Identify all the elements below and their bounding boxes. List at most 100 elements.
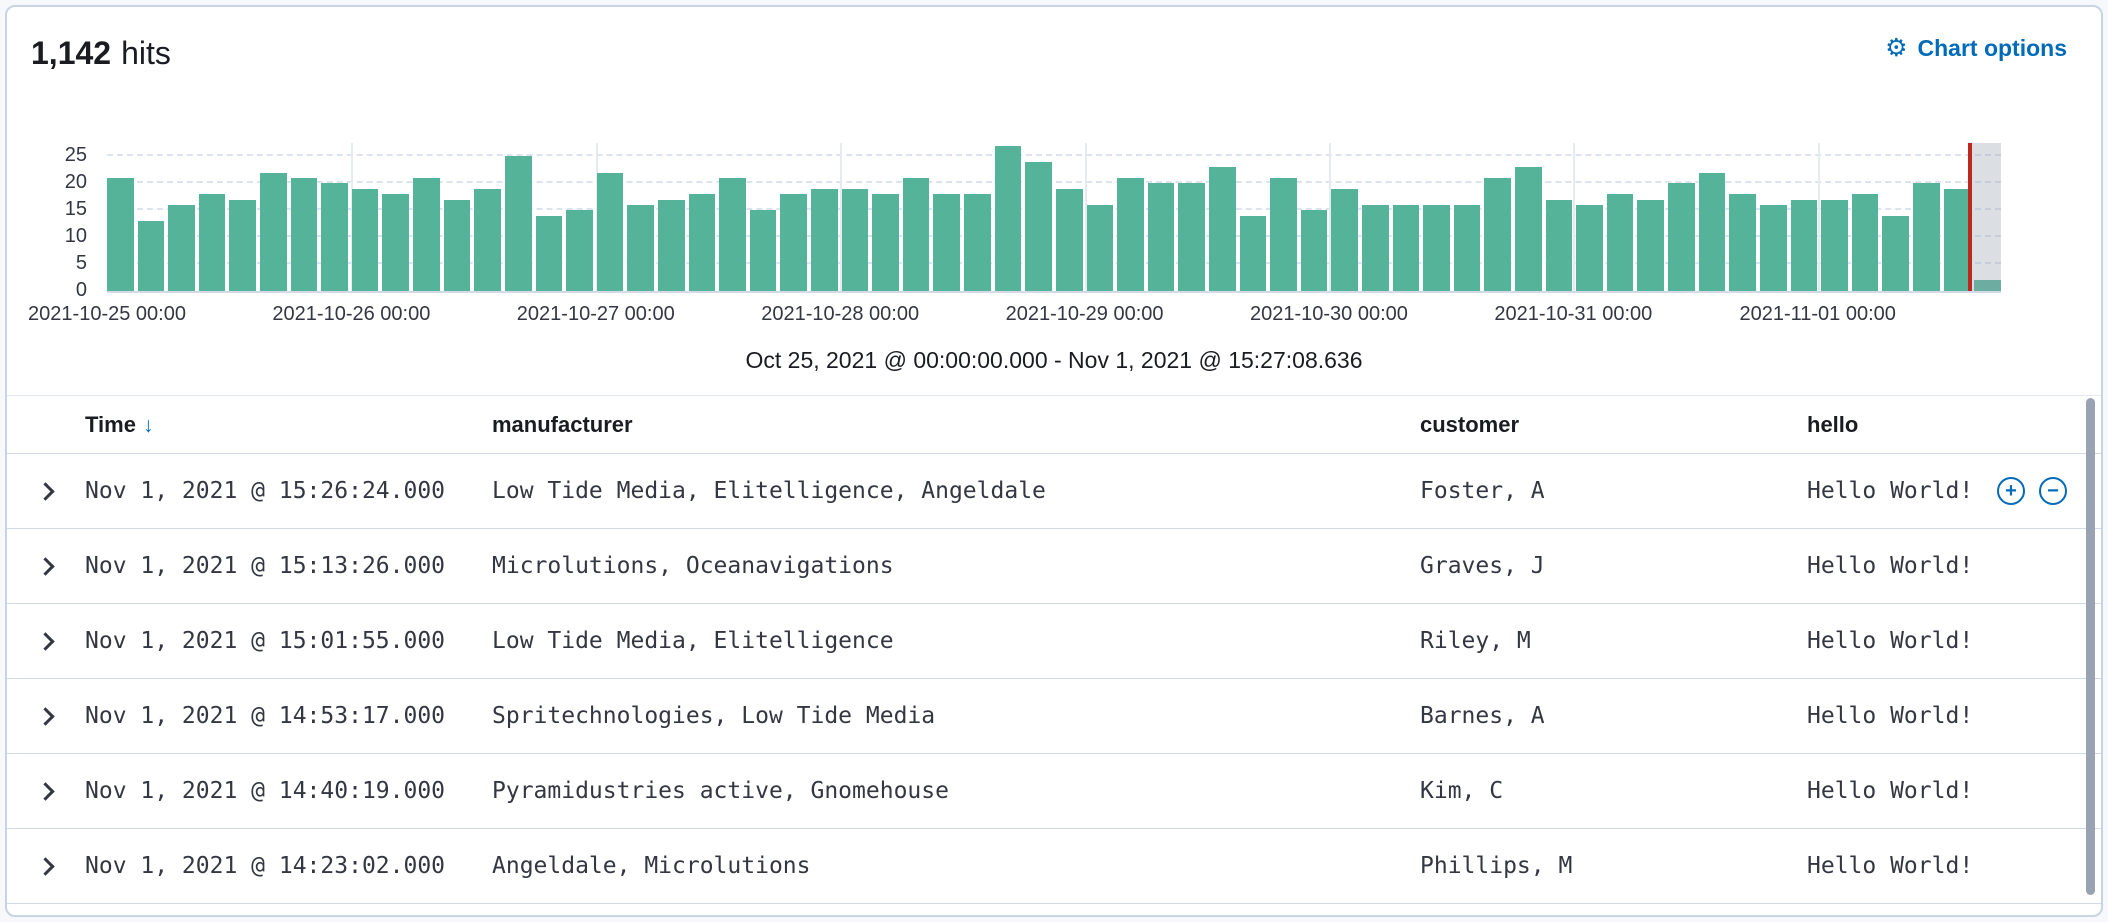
histogram-bar[interactable]: [1148, 183, 1175, 291]
histogram-bar[interactable]: [903, 178, 930, 291]
histogram-bar[interactable]: [1362, 205, 1389, 291]
histogram-bar[interactable]: [872, 194, 899, 291]
cell-hello-value: Hello World!: [1807, 703, 1973, 729]
histogram-bar[interactable]: [1791, 200, 1818, 291]
cell-customer: Barnes, A: [1420, 703, 1807, 729]
histogram-bar[interactable]: [321, 183, 348, 291]
histogram-bar[interactable]: [750, 210, 777, 291]
histogram-bar[interactable]: [1423, 205, 1450, 291]
histogram-bar[interactable]: [1484, 178, 1511, 291]
histogram-bar[interactable]: [1301, 210, 1328, 291]
expand-row-button[interactable]: [31, 625, 63, 657]
histogram-bar[interactable]: [168, 205, 195, 291]
histogram-bar[interactable]: [474, 189, 501, 291]
histogram-bar[interactable]: [1056, 189, 1083, 291]
histogram-bar[interactable]: [1821, 200, 1848, 291]
cell-manufacturer: Low Tide Media, Elitelligence, Angeldale: [492, 478, 1420, 504]
chevron-right-icon: [36, 707, 54, 725]
column-header-time[interactable]: Time↓: [85, 412, 492, 438]
histogram-bar[interactable]: [1393, 205, 1420, 291]
histogram-bar[interactable]: [1729, 194, 1756, 291]
histogram-bar[interactable]: [1637, 200, 1664, 291]
histogram-bar[interactable]: [229, 200, 256, 291]
histogram-bar[interactable]: [627, 205, 654, 291]
histogram-bar[interactable]: [689, 194, 716, 291]
table-scrollbar[interactable]: [2086, 398, 2096, 905]
chevron-right-icon: [36, 482, 54, 500]
histogram-bar[interactable]: [536, 216, 563, 291]
expand-row-button[interactable]: [31, 775, 63, 807]
column-header-manufacturer[interactable]: manufacturer: [492, 412, 1420, 438]
histogram-bar[interactable]: [1668, 183, 1695, 291]
cell-customer: Riley, M: [1420, 628, 1807, 654]
histogram-bar[interactable]: [1209, 167, 1236, 291]
histogram-bar[interactable]: [1270, 178, 1297, 291]
column-header-hello[interactable]: hello: [1807, 412, 2101, 438]
scrollbar-thumb[interactable]: [2086, 398, 2095, 895]
histogram-bar[interactable]: [995, 146, 1022, 291]
histogram-bar[interactable]: [1699, 173, 1726, 291]
cell-hello: Hello World!: [1807, 628, 2101, 654]
cell-manufacturer: Spritechnologies, Low Tide Media: [492, 703, 1420, 729]
plot-area[interactable]: 0510152025: [107, 143, 2001, 293]
histogram-bar[interactable]: [933, 194, 960, 291]
table-row: Nov 1, 2021 @ 14:53:17.000 Spritechnolog…: [7, 679, 2101, 754]
cell-customer: Foster, A: [1420, 478, 1807, 504]
histogram-bar[interactable]: [382, 194, 409, 291]
histogram-bar[interactable]: [291, 178, 318, 291]
histogram-bar[interactable]: [413, 178, 440, 291]
expand-row-button[interactable]: [31, 700, 63, 732]
histogram-bar[interactable]: [1576, 205, 1603, 291]
histogram-bar[interactable]: [811, 189, 838, 291]
histogram-bar[interactable]: [780, 194, 807, 291]
cell-time: Nov 1, 2021 @ 15:26:24.000: [85, 478, 492, 504]
chart-options-label: Chart options: [1918, 35, 2068, 62]
histogram-bar[interactable]: [964, 194, 991, 291]
expand-row-button[interactable]: [31, 850, 63, 882]
histogram-bar[interactable]: [1944, 189, 1971, 291]
histogram-bar[interactable]: [1515, 167, 1542, 291]
histogram-bar[interactable]: [138, 221, 165, 291]
histogram-bar[interactable]: [1546, 200, 1573, 291]
filter-out-value-icon[interactable]: −: [2039, 477, 2067, 505]
histogram-bar[interactable]: [1240, 216, 1267, 291]
histogram-bar[interactable]: [719, 178, 746, 291]
time-range-label: Oct 25, 2021 @ 00:00:00.000 - Nov 1, 202…: [107, 343, 2001, 377]
chart-options-button[interactable]: ⚙ Chart options: [1885, 35, 2067, 62]
cell-hello: Hello World!: [1807, 778, 2101, 804]
histogram-bar[interactable]: [1025, 162, 1052, 291]
histogram-bar[interactable]: [1607, 194, 1634, 291]
histogram-bar[interactable]: [199, 194, 226, 291]
histogram-bar[interactable]: [658, 200, 685, 291]
histogram-bar[interactable]: [1454, 205, 1481, 291]
cell-time: Nov 1, 2021 @ 15:13:26.000: [85, 553, 492, 579]
histogram-bar[interactable]: [444, 200, 471, 291]
expand-cell: [7, 475, 85, 507]
column-header-customer[interactable]: customer: [1420, 412, 1807, 438]
cell-time: Nov 1, 2021 @ 14:23:02.000: [85, 853, 492, 879]
table-header: Time↓ manufacturer customer hello: [7, 396, 2101, 454]
histogram-bar[interactable]: [107, 178, 134, 291]
cell-manufacturer: Microlutions, Oceanavigations: [492, 553, 1420, 579]
histogram-bar[interactable]: [842, 189, 869, 291]
histogram-bar[interactable]: [1117, 178, 1144, 291]
filter-for-value-icon[interactable]: +: [1997, 477, 2025, 505]
histogram-bar[interactable]: [260, 173, 287, 291]
histogram-bar[interactable]: [1760, 205, 1787, 291]
histogram-bar[interactable]: [597, 173, 624, 291]
histogram-bar[interactable]: [1913, 183, 1940, 291]
table-row: Nov 1, 2021 @ 14:40:19.000 Pyramidustrie…: [7, 754, 2101, 829]
histogram-bar[interactable]: [1852, 194, 1879, 291]
expand-row-button[interactable]: [31, 550, 63, 582]
histogram-bar[interactable]: [566, 210, 593, 291]
histogram-bar[interactable]: [1178, 183, 1205, 291]
histogram-bar[interactable]: [505, 156, 532, 291]
histogram-bar[interactable]: [1882, 216, 1909, 291]
histogram-bar[interactable]: [1087, 205, 1114, 291]
table-row: Nov 1, 2021 @ 14:23:02.000 Angeldale, Mi…: [7, 829, 2101, 904]
expand-row-button[interactable]: [31, 475, 63, 507]
histogram-bar[interactable]: [1331, 189, 1358, 291]
y-axis-label: 10: [23, 225, 87, 248]
partial-bucket-overlay: [1970, 143, 2001, 291]
histogram-bar[interactable]: [352, 189, 379, 291]
